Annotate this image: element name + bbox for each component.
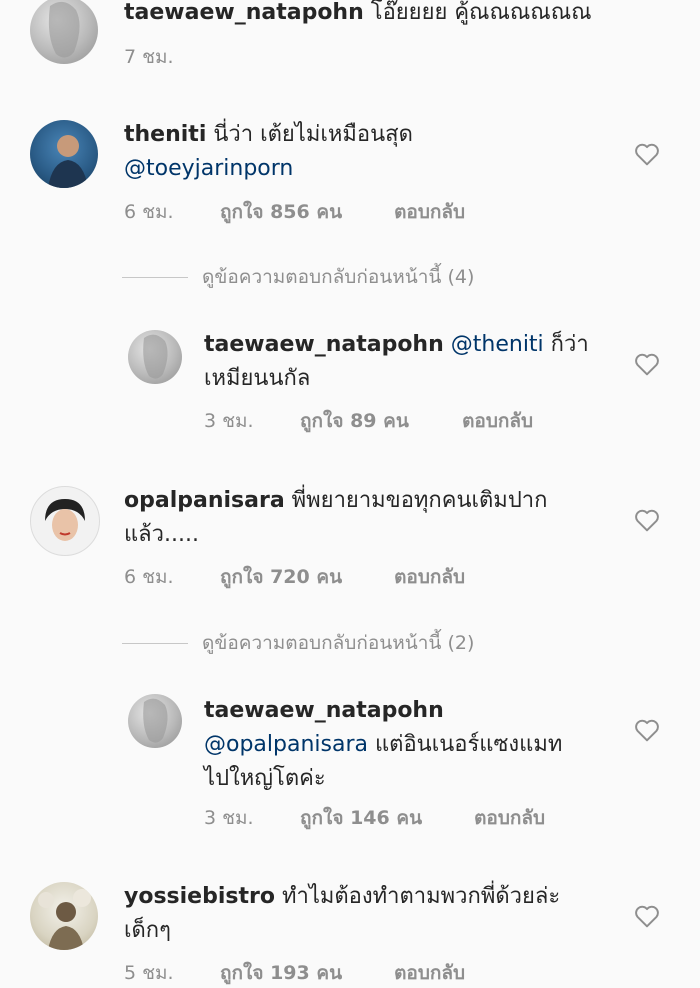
comment-meta: 3 ชม. ถูกใจ 146 คน ตอบกลับ — [204, 803, 545, 833]
view-previous-replies[interactable]: ดูข้อความตอบกลับก่อนหน้านี้ (2) — [122, 628, 474, 658]
avatar[interactable] — [128, 694, 182, 748]
comment-text: taewaew_natapohn โอ๊ยยยย คู้ณณณณณณ — [124, 0, 644, 30]
divider — [122, 643, 188, 644]
timestamp: 3 ชม. — [204, 807, 254, 829]
timestamp: 7 ชม. — [124, 46, 174, 68]
comment-meta: 5 ชม. ถูกใจ 193 คน ตอบกลับ — [124, 958, 465, 988]
likes-count[interactable]: ถูกใจ 856 คน — [220, 197, 388, 227]
comment-meta: 6 ชม. ถูกใจ 720 คน ตอบกลับ — [124, 562, 465, 592]
username[interactable]: theniti — [124, 122, 206, 147]
comment-body: ทำไมต้องทำตามพวกพี่ด้วยล่ะ — [274, 884, 561, 909]
likes-count[interactable]: ถูกใจ 720 คน — [220, 562, 388, 592]
comment-meta: 3 ชม. ถูกใจ 89 คน ตอบกลับ — [204, 406, 533, 436]
comment-body-cont: ไปใหญ่โตค่ะ — [204, 766, 326, 791]
comment-text: theniti นี่ว่า เต้ยไม่เหมือนสุด @toeyjar… — [124, 118, 624, 186]
heart-outline-icon[interactable] — [634, 142, 660, 166]
reply-button[interactable]: ตอบกลับ — [394, 197, 465, 227]
comment-body-cont: เหมียนนกัล — [204, 366, 311, 391]
timestamp: 5 ชม. — [124, 962, 174, 984]
comment-body: พี่พยายามขอทุกคนเติมปาก — [284, 488, 548, 513]
timestamp: 6 ชม. — [124, 566, 174, 588]
avatar[interactable] — [128, 330, 182, 384]
comment-meta: 6 ชม. ถูกใจ 856 คน ตอบกลับ — [124, 197, 465, 227]
comment-body-cont: แล้ว..... — [124, 522, 199, 547]
username[interactable]: taewaew_natapohn — [124, 0, 364, 25]
view-previous-replies[interactable]: ดูข้อความตอบกลับก่อนหน้านี้ (4) — [122, 262, 474, 292]
reply-button[interactable]: ตอบกลับ — [462, 406, 533, 436]
username[interactable]: yossiebistro — [124, 884, 275, 909]
mention-link[interactable]: @opalpanisara — [204, 732, 368, 757]
heart-outline-icon[interactable] — [634, 904, 660, 928]
comment-text: taewaew_natapohn @theniti ก็ว่า เหมียนนก… — [204, 328, 624, 396]
comment-body: ก็ว่า — [543, 332, 589, 357]
username[interactable]: taewaew_natapohn — [204, 332, 444, 357]
likes-count[interactable]: ถูกใจ 89 คน — [300, 406, 456, 436]
comment-body: แต่อินเนอร์แซงแมท — [368, 732, 563, 757]
avatar[interactable] — [30, 882, 98, 950]
likes-count[interactable]: ถูกใจ 146 คน — [300, 803, 468, 833]
comment-text: taewaew_natapohn @opalpanisara แต่อินเนอ… — [204, 694, 624, 796]
comment-body-cont: เด็กๆ — [124, 918, 171, 943]
heart-outline-icon[interactable] — [634, 352, 660, 376]
heart-outline-icon[interactable] — [634, 718, 660, 742]
timestamp: 3 ชม. — [204, 410, 254, 432]
reply-button[interactable]: ตอบกลับ — [394, 958, 465, 988]
likes-count[interactable]: ถูกใจ 193 คน — [220, 958, 388, 988]
mention-link[interactable]: @toeyjarinporn — [124, 156, 293, 181]
heart-outline-icon[interactable] — [634, 508, 660, 532]
mention-link[interactable]: @theniti — [451, 332, 544, 357]
comment-body: นี่ว่า เต้ยไม่เหมือนสุด — [206, 122, 413, 147]
username[interactable]: opalpanisara — [124, 488, 285, 513]
username[interactable]: taewaew_natapohn — [204, 698, 444, 723]
timestamp: 6 ชม. — [124, 201, 174, 223]
comment-meta: 7 ชม. — [124, 42, 174, 72]
reply-button[interactable]: ตอบกลับ — [474, 803, 545, 833]
avatar[interactable] — [30, 0, 98, 64]
view-previous-label[interactable]: ดูข้อความตอบกลับก่อนหน้านี้ (2) — [202, 632, 474, 654]
comment-text: yossiebistro ทำไมต้องทำตามพวกพี่ด้วยล่ะ … — [124, 880, 624, 948]
view-previous-label[interactable]: ดูข้อความตอบกลับก่อนหน้านี้ (4) — [202, 266, 474, 288]
divider — [122, 277, 188, 278]
avatar[interactable] — [30, 120, 98, 188]
reply-button[interactable]: ตอบกลับ — [394, 562, 465, 592]
comment-text: opalpanisara พี่พยายามขอทุกคนเติมปาก แล้… — [124, 484, 624, 552]
comment-body: โอ๊ยยยย คู้ณณณณณณ — [363, 0, 592, 25]
avatar[interactable] — [30, 486, 100, 556]
